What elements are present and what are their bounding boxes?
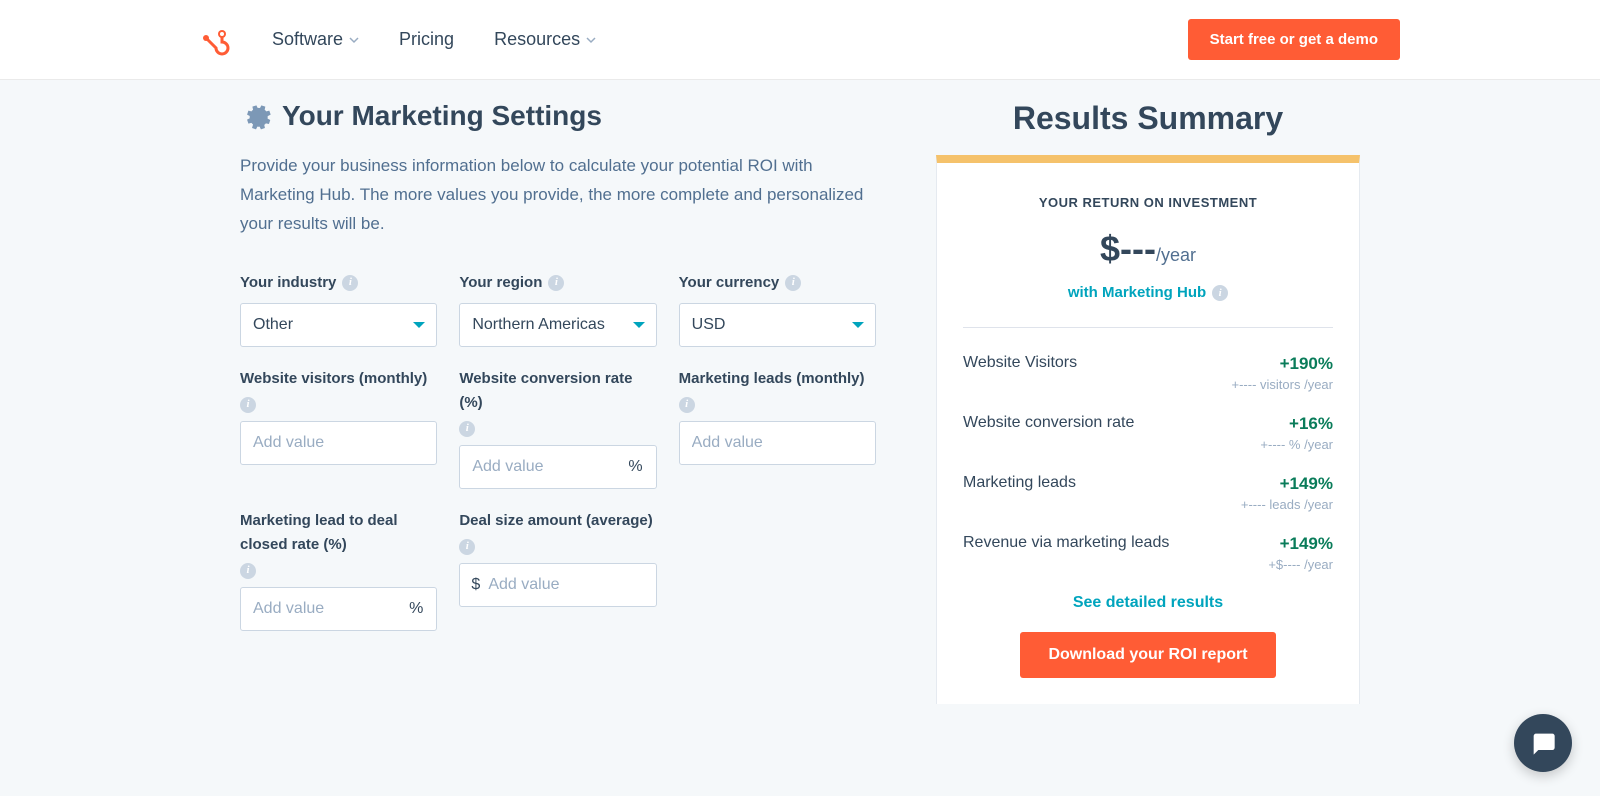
metric-row: Revenue via marketing leads +149% +$---- /…: [963, 534, 1333, 572]
metric-label: Website conversion rate: [963, 414, 1134, 432]
info-icon[interactable]: i: [459, 421, 475, 437]
info-icon[interactable]: i: [1212, 285, 1228, 301]
deal-size-input[interactable]: [459, 563, 656, 607]
chat-button[interactable]: [1514, 714, 1572, 772]
info-icon[interactable]: i: [785, 275, 801, 291]
info-icon[interactable]: i: [240, 397, 256, 413]
nav-label: Resources: [494, 29, 580, 50]
close-rate-input[interactable]: [240, 587, 437, 631]
roi-label: YOUR RETURN ON INVESTMENT: [963, 195, 1333, 210]
metric-detail: +$---- /year: [1268, 557, 1333, 572]
chat-icon: [1529, 729, 1557, 757]
currency-label: Your currencyi: [679, 271, 876, 295]
region-select[interactable]: Northern Americas: [459, 303, 656, 347]
nav-resources[interactable]: Resources: [494, 29, 596, 50]
metric-row: Website Visitors +190% +---- visitors /yea…: [963, 354, 1333, 392]
results-title: Results Summary: [936, 100, 1360, 137]
metric-detail: +---- leads /year: [1241, 497, 1333, 512]
info-icon[interactable]: i: [342, 275, 358, 291]
deal-size-label: Deal size amount (average)i: [459, 509, 656, 555]
metric-label: Marketing leads: [963, 474, 1076, 492]
region-label: Your regioni: [459, 271, 656, 295]
settings-title: Your Marketing Settings: [282, 100, 602, 132]
percent-suffix: %: [628, 458, 642, 476]
metric-percent: +190%: [1232, 354, 1333, 374]
currency-select[interactable]: USD: [679, 303, 876, 347]
nav-pricing[interactable]: Pricing: [399, 29, 454, 50]
metric-row: Website conversion rate +16% +---- % /year: [963, 414, 1333, 452]
results-card: YOUR RETURN ON INVESTMENT $---/year with…: [936, 155, 1360, 704]
start-free-button[interactable]: Start free or get a demo: [1188, 19, 1400, 60]
info-icon[interactable]: i: [548, 275, 564, 291]
metric-percent: +149%: [1241, 474, 1333, 494]
metric-label: Website Visitors: [963, 354, 1077, 372]
visitors-label: Website visitors (monthly)i: [240, 367, 437, 413]
chevron-down-icon: [586, 35, 596, 45]
conversion-input[interactable]: [459, 445, 656, 489]
metric-row: Marketing leads +149% +---- leads /year: [963, 474, 1333, 512]
navbar: Software Pricing Resources Start free or…: [0, 0, 1600, 80]
industry-label: Your industryi: [240, 271, 437, 295]
nav-software[interactable]: Software: [272, 29, 359, 50]
leads-input[interactable]: [679, 421, 876, 465]
industry-select[interactable]: Other: [240, 303, 437, 347]
leads-label: Marketing leads (monthly)i: [679, 367, 876, 413]
nav-label: Software: [272, 29, 343, 50]
dollar-prefix: $: [471, 576, 480, 594]
divider: [963, 327, 1333, 328]
roi-subtitle: with Marketing Hubi: [963, 284, 1333, 301]
metric-percent: +16%: [1260, 414, 1333, 434]
detailed-results-link[interactable]: See detailed results: [963, 594, 1333, 612]
info-icon[interactable]: i: [459, 539, 475, 555]
download-report-button[interactable]: Download your ROI report: [1020, 632, 1275, 678]
chevron-down-icon: [349, 35, 359, 45]
metric-detail: +---- visitors /year: [1232, 377, 1333, 392]
visitors-input[interactable]: [240, 421, 437, 465]
metric-detail: +---- % /year: [1260, 437, 1333, 452]
metric-percent: +149%: [1268, 534, 1333, 554]
conversion-label: Website conversion rate (%)i: [459, 367, 656, 437]
roi-value: $---/year: [963, 228, 1333, 270]
info-icon[interactable]: i: [679, 397, 695, 413]
metric-label: Revenue via marketing leads: [963, 534, 1169, 552]
percent-suffix: %: [409, 600, 423, 618]
info-icon[interactable]: i: [240, 563, 256, 579]
close-rate-label: Marketing lead to deal closed rate (%)i: [240, 509, 437, 579]
nav-label: Pricing: [399, 29, 454, 50]
settings-description: Provide your business information below …: [240, 152, 876, 239]
gear-icon: [240, 100, 272, 132]
hubspot-logo[interactable]: [200, 24, 232, 56]
